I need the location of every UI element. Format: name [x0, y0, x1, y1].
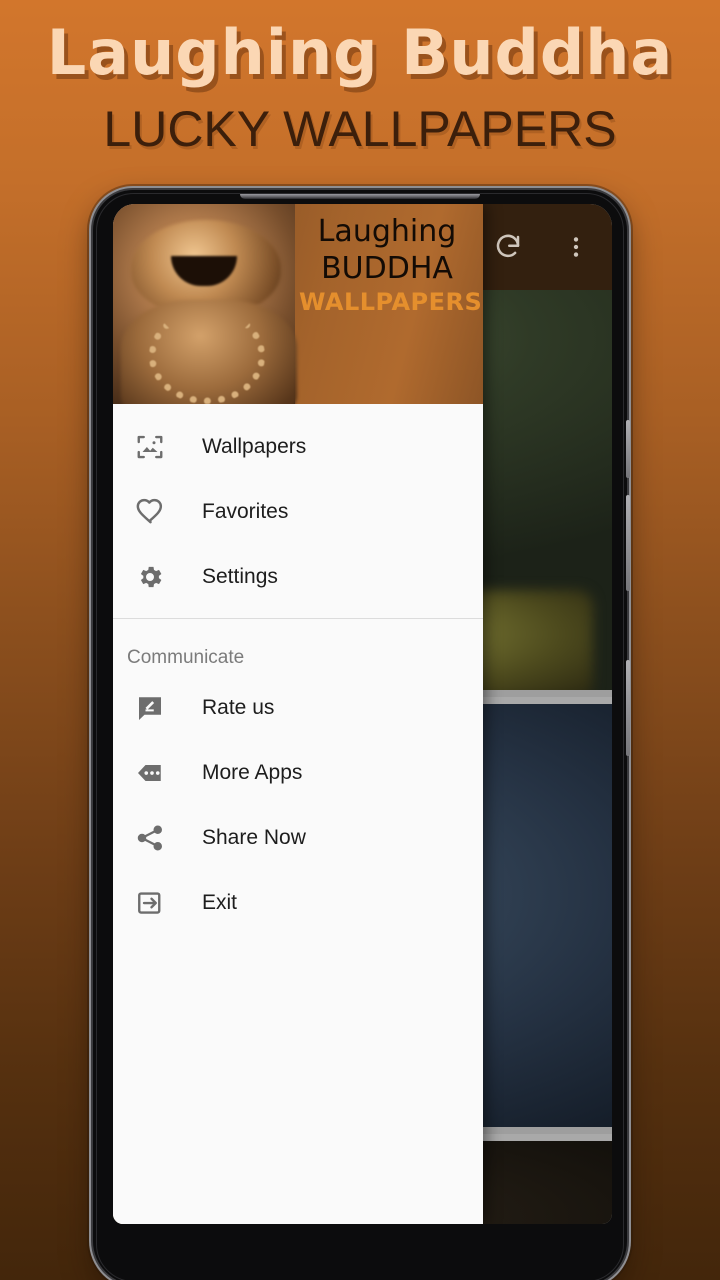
drawer-item-label: Exit	[202, 890, 238, 914]
phone-screen: Laughing BUDDHA WALLPAPERS Wallpapers Fa…	[113, 204, 612, 1224]
drawer-header-title-block: Laughing BUDDHA WALLPAPERS	[299, 214, 483, 318]
phone-volume-button	[626, 495, 630, 591]
drawer-header: Laughing BUDDHA WALLPAPERS	[113, 204, 483, 404]
image-icon	[127, 424, 173, 470]
drawer-item-share-now[interactable]: Share Now	[113, 805, 483, 870]
drawer-item-label: Wallpapers	[202, 434, 307, 458]
promo-subtitle: LUCKY WALLPAPERS	[103, 101, 617, 157]
phone-earpiece	[240, 194, 480, 199]
drawer-item-more-apps[interactable]: More Apps	[113, 740, 483, 805]
drawer-item-rate-us[interactable]: Rate us	[113, 675, 483, 740]
drawer-header-photo	[113, 204, 295, 404]
promo-title: Laughing Buddha	[46, 16, 674, 89]
drawer-menu-list: Wallpapers Favorites Settings Communicat…	[113, 404, 483, 1224]
phone-side-button-top	[626, 420, 630, 478]
drawer-item-label: More Apps	[202, 760, 303, 784]
drawer-item-exit[interactable]: Exit	[113, 870, 483, 935]
phone-device-frame: Laughing BUDDHA WALLPAPERS Wallpapers Fa…	[93, 190, 630, 1280]
exit-icon	[127, 880, 173, 926]
refresh-icon[interactable]	[486, 225, 530, 269]
navigation-drawer: Laughing BUDDHA WALLPAPERS Wallpapers Fa…	[113, 204, 483, 1224]
share-icon	[127, 815, 173, 861]
more-vert-icon[interactable]	[554, 225, 598, 269]
drawer-item-label: Rate us	[202, 695, 275, 719]
rate-review-icon	[127, 685, 173, 731]
drawer-item-label: Share Now	[202, 825, 306, 849]
drawer-title-line-3: WALLPAPERS	[299, 288, 483, 317]
gear-icon	[127, 554, 173, 600]
heart-icon	[127, 489, 173, 535]
more-apps-tag-icon	[127, 750, 173, 796]
buddha-mouth	[171, 256, 237, 286]
drawer-title-line-2: BUDDHA	[321, 250, 453, 286]
drawer-item-favorites[interactable]: Favorites	[113, 479, 483, 544]
buddha-beads	[149, 308, 265, 404]
drawer-item-wallpapers[interactable]: Wallpapers	[113, 414, 483, 479]
drawer-section-label: Communicate	[127, 647, 245, 668]
drawer-item-label: Settings	[202, 564, 278, 588]
drawer-item-settings[interactable]: Settings	[113, 544, 483, 609]
drawer-title-line-1: Laughing	[317, 214, 457, 249]
drawer-item-label: Favorites	[202, 499, 289, 523]
promo-header: Laughing Buddha LUCKY WALLPAPERS	[0, 0, 720, 185]
phone-power-button	[626, 660, 630, 756]
